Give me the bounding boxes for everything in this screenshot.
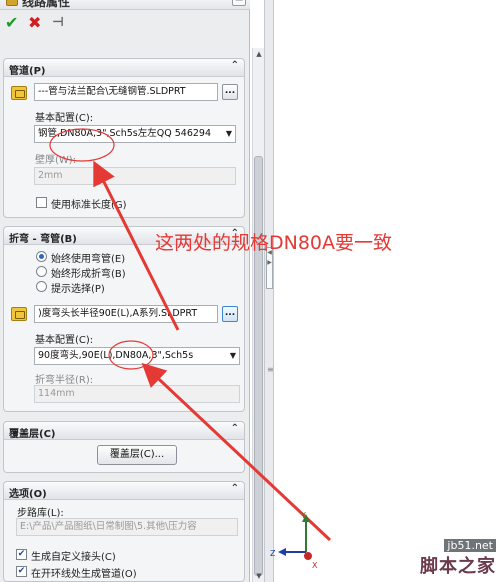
- coordinate-triad: Y Z X: [270, 511, 318, 570]
- triad-z-label: Z: [270, 549, 276, 558]
- annotation-text: 这两处的规格DN80A要一致: [155, 232, 393, 254]
- pipe-spec-circle: [49, 128, 115, 162]
- annotation-overlay: [49, 128, 332, 542]
- elbow-spec-circle: [108, 340, 154, 370]
- triad-y-label: Y: [300, 511, 306, 520]
- watermark-url: jb51.net: [444, 539, 496, 552]
- watermark-name: 脚本之家: [420, 556, 496, 577]
- triad-x-label: X: [312, 561, 318, 570]
- watermark: jb51.net 脚本之家: [420, 539, 496, 578]
